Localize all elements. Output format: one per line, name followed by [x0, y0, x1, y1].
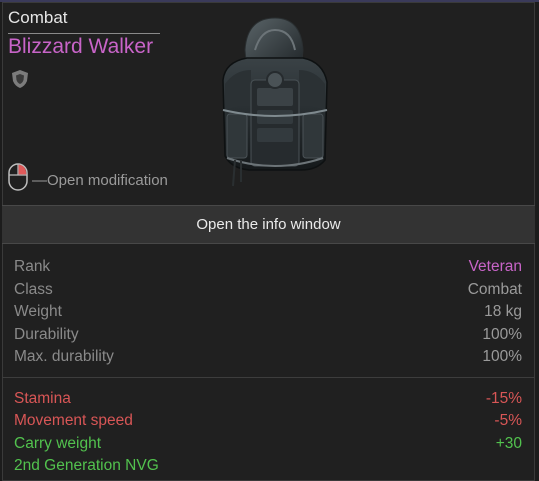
effect-label: Movement speed — [14, 412, 133, 430]
effect-value: -15% — [485, 390, 522, 407]
stat-value: Combat — [467, 280, 522, 298]
effect-label: Stamina — [14, 390, 71, 407]
open-info-window-label: Open the info window — [196, 216, 341, 233]
effect-value: +30 — [495, 434, 522, 452]
effect-row-carry-weight: Carry weight +30 — [14, 433, 522, 455]
category-underline — [8, 33, 160, 34]
stat-row-weight: Weight 18 kg — [14, 301, 522, 324]
mouse-right-click-icon — [8, 163, 28, 191]
stat-label: Class — [14, 280, 53, 298]
effect-label: Carry weight — [14, 434, 101, 452]
stat-row-durability: Durability 100% — [14, 324, 522, 347]
effect-label: 2nd Generation NVG — [14, 457, 159, 475]
stat-value: 100% — [482, 325, 522, 343]
stat-label: Durability — [14, 325, 79, 343]
section-divider — [2, 377, 535, 378]
stat-label: Max. durability — [14, 348, 114, 366]
item-category: Combat — [8, 8, 68, 27]
stat-value-rank: Veteran — [468, 258, 522, 275]
stat-label: Weight — [14, 303, 62, 321]
stat-row-class: Class Combat — [14, 279, 522, 302]
stat-row-rank: Rank Veteran — [14, 256, 522, 279]
modification-hint: —Open modification — [32, 172, 168, 189]
stat-row-max-durability: Max. durability 100% — [14, 346, 522, 369]
effect-value: -5% — [494, 412, 522, 430]
open-info-window-button[interactable]: Open the info window — [2, 205, 535, 244]
stat-value: 18 kg — [484, 303, 522, 321]
effect-row-movement-speed: Movement speed -5% — [14, 410, 522, 432]
stats-list: Rank Veteran Class Combat Weight 18 kg D… — [14, 256, 522, 369]
stat-value: 100% — [482, 348, 522, 366]
stat-label: Rank — [14, 258, 51, 275]
shield-icon — [12, 70, 28, 88]
effects-list: Stamina -15% Movement speed -5% Carry we… — [14, 388, 522, 478]
backpack-armor-image — [222, 17, 328, 187]
effect-row-nvg: 2nd Generation NVG — [14, 455, 522, 477]
effect-row-stamina: Stamina -15% — [14, 388, 522, 410]
item-name: Blizzard Walker — [8, 35, 154, 58]
